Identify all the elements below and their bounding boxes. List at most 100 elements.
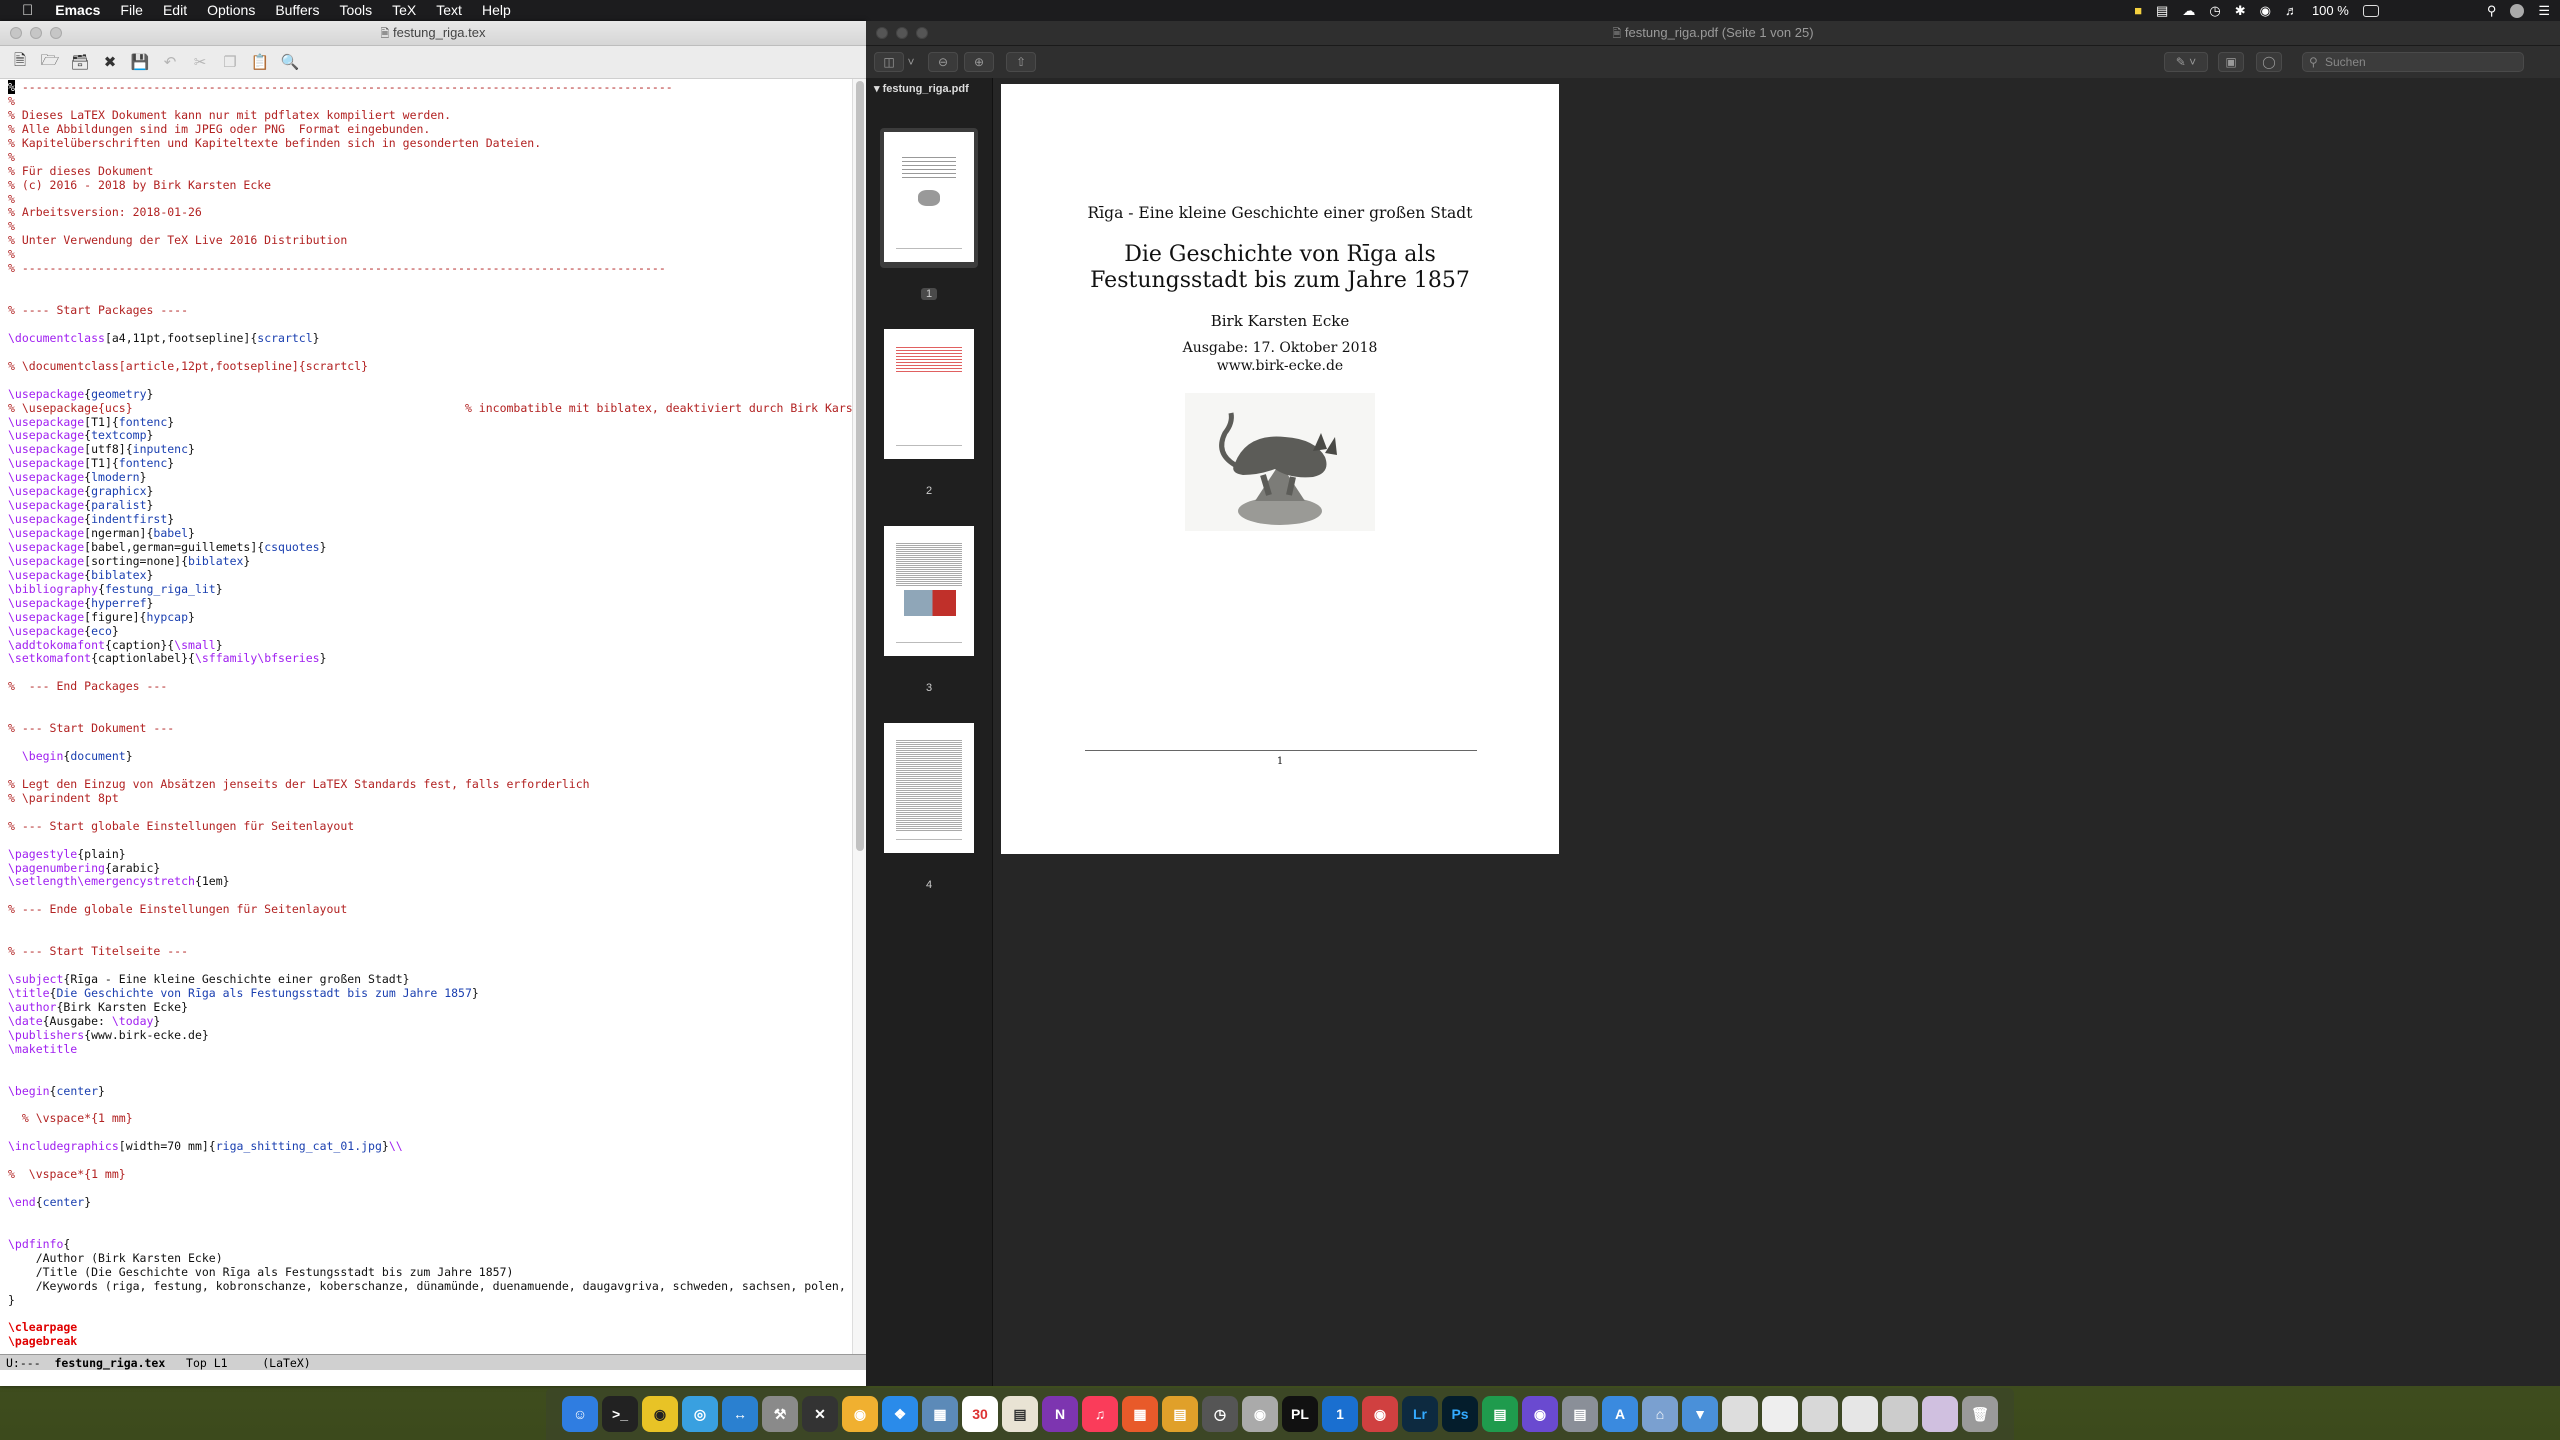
code-line[interactable]: % xyxy=(8,94,852,109)
chevron-down-icon[interactable]: ˅ xyxy=(900,52,922,72)
code-line[interactable]: ​ xyxy=(8,1308,852,1322)
code-line[interactable]: ​ xyxy=(8,1098,852,1112)
code-line[interactable]: \usepackage{lmodern} xyxy=(8,470,852,485)
trash-icon[interactable]: 🗑 xyxy=(1962,1396,1998,1432)
airdrop-icon[interactable]: ◎ xyxy=(682,1396,718,1432)
code-line[interactable]: ​ xyxy=(8,959,852,973)
code-line[interactable]: \usepackage{graphicx} xyxy=(8,484,852,499)
tray-icon[interactable]: ▤ xyxy=(2156,3,2168,19)
numbers-icon[interactable]: ▤ xyxy=(1482,1396,1518,1432)
code-line[interactable]: \setlength\emergencystretch{1em} xyxy=(8,874,852,889)
code-line[interactable]: \begin{center} xyxy=(8,1084,852,1099)
code-line[interactable]: ​ xyxy=(8,708,852,722)
home-folder-icon[interactable]: ⌂ xyxy=(1642,1396,1678,1432)
notes-icon[interactable]: ▤ xyxy=(1002,1396,1038,1432)
code-line[interactable]: % --- Start Dokument --- xyxy=(8,721,852,736)
books-icon[interactable]: ▦ xyxy=(1122,1396,1158,1432)
code-line[interactable]: ​ xyxy=(8,1182,852,1196)
apple-menu-icon[interactable]:  xyxy=(0,2,45,19)
menu-buffers[interactable]: Buffers xyxy=(265,0,329,21)
code-line[interactable]: \usepackage{indentfirst} xyxy=(8,512,852,527)
code-line[interactable]: ​ xyxy=(8,374,852,388)
zoom-out-icon[interactable]: ⊖ xyxy=(928,52,958,72)
paste-icon[interactable]: 📋 xyxy=(248,51,272,73)
code-line[interactable]: \usepackage{geometry} xyxy=(8,387,852,402)
code-line[interactable]: ​ xyxy=(8,346,852,360)
emacs-dock-icon[interactable]: ◉ xyxy=(1522,1396,1558,1432)
page-thumbnail-3[interactable] xyxy=(880,522,978,662)
share-icon[interactable]: ⇧ xyxy=(1006,52,1036,72)
code-line[interactable]: % Arbeitsversion: 2018-01-26 xyxy=(8,205,852,220)
pdf-view[interactable]: Rīga - Eine kleine Geschichte einer groß… xyxy=(993,78,2560,1386)
code-line[interactable]: % \parindent 8pt xyxy=(8,791,852,806)
code-line[interactable]: ​ xyxy=(8,318,852,332)
code-line[interactable]: \usepackage[babel,german=guillemets]{csq… xyxy=(8,540,852,555)
code-line[interactable]: ​ xyxy=(8,276,852,290)
editor-buffer[interactable]: % --------------------------------------… xyxy=(0,79,852,1354)
archive-icon[interactable]: ▤ xyxy=(1162,1396,1198,1432)
preview-icon[interactable]: ▦ xyxy=(922,1396,958,1432)
dired-icon[interactable]: 🗃 xyxy=(68,51,92,73)
code-line[interactable]: % Legt den Einzug von Absätzen jenseits … xyxy=(8,777,852,792)
menu-tools[interactable]: Tools xyxy=(329,0,382,21)
menu-options[interactable]: Options xyxy=(197,0,265,21)
code-line[interactable]: \author{Birk Karsten Ecke} xyxy=(8,1000,852,1015)
time-machine-icon[interactable]: ◷ xyxy=(2209,3,2220,19)
photo-booth-icon[interactable]: ◉ xyxy=(1242,1396,1278,1432)
code-line[interactable]: % --------------------------------------… xyxy=(8,261,852,276)
search-icon[interactable]: 🔍 xyxy=(278,51,302,73)
code-line[interactable]: % --- Start Titelseite --- xyxy=(8,944,852,959)
modeline-major-mode[interactable]: (LaTeX) xyxy=(262,1356,310,1370)
code-line[interactable]: % xyxy=(8,219,852,234)
battery-icon[interactable] xyxy=(2362,4,2379,17)
code-line[interactable]: /Title (Die Geschichte von Rīga als Fest… xyxy=(8,1265,852,1280)
lightroom-icon[interactable]: Lr xyxy=(1402,1396,1438,1432)
sidebar-file-header[interactable]: ▾ festung_riga.pdf xyxy=(866,78,992,100)
code-line[interactable]: ​ xyxy=(8,806,852,820)
code-line[interactable]: % \usepackage{ucs} % incombatible mit bi… xyxy=(8,401,852,416)
pdf-publisher[interactable]: www.birk-ecke.de xyxy=(1001,358,1559,374)
document-stack-icon-2[interactable] xyxy=(1762,1396,1798,1432)
code-line[interactable]: } xyxy=(8,1293,852,1308)
code-line[interactable]: \clearpage xyxy=(8,1320,852,1335)
app-store-icon[interactable]: A xyxy=(1602,1396,1638,1432)
code-line[interactable]: \includegraphics[width=70 mm]{riga_shitt… xyxy=(8,1139,852,1154)
modeline-buffer-name[interactable]: festung_riga.tex xyxy=(54,1356,165,1370)
cyberduck-yellow-icon[interactable]: ◉ xyxy=(842,1396,878,1432)
code-line[interactable]: ​ xyxy=(8,931,852,945)
code-line[interactable]: \usepackage{paralist} xyxy=(8,498,852,513)
code-line[interactable]: ​ xyxy=(8,889,852,903)
code-line[interactable]: \setkomafont{captionlabel}{\sffamily\bfs… xyxy=(8,651,852,666)
vpn-icon[interactable]: ◉ xyxy=(1362,1396,1398,1432)
document-stack-icon-1[interactable] xyxy=(1722,1396,1758,1432)
code-line[interactable]: \usepackage{eco} xyxy=(8,624,852,639)
open-folder-icon[interactable]: 🗁 xyxy=(38,51,62,73)
code-line[interactable]: /Author (Birk Karsten Ecke) xyxy=(8,1251,852,1266)
wifi-icon[interactable]: ◉ xyxy=(2260,3,2271,19)
fan-icon[interactable]: ■ xyxy=(2134,3,2142,18)
save-icon[interactable]: 💾 xyxy=(128,51,152,73)
code-line[interactable]: % --- End Packages --- xyxy=(8,679,852,694)
pycharm-icon[interactable]: PL xyxy=(1282,1396,1318,1432)
emacs-title-bar[interactable]: 🗎 festung_riga.tex xyxy=(0,21,866,46)
pen-tool-icon[interactable]: ✎ ˅ xyxy=(2164,52,2208,72)
code-line[interactable]: \pdfinfo{ xyxy=(8,1237,852,1252)
code-line[interactable]: ​ xyxy=(8,834,852,848)
cut-icon[interactable]: ✂ xyxy=(188,51,212,73)
code-line[interactable]: \usepackage[ngerman]{babel} xyxy=(8,526,852,541)
code-line[interactable]: % --- Start globale Einstellungen für Se… xyxy=(8,819,852,834)
finder-icon[interactable]: ☺ xyxy=(562,1396,598,1432)
menu-help[interactable]: Help xyxy=(472,0,521,21)
code-line[interactable]: \addtokomafont{caption}{\small} xyxy=(8,638,852,653)
code-line[interactable]: ​ xyxy=(8,736,852,750)
markup-icon[interactable]: ◯ xyxy=(2256,52,2282,72)
toolbox-app-icon[interactable]: ⚒ xyxy=(762,1396,798,1432)
skim-icon[interactable]: ▤ xyxy=(1562,1396,1598,1432)
terminal-icon[interactable]: >_ xyxy=(602,1396,638,1432)
code-line[interactable]: % Dieses LaTEX Dokument kann nur mit pdf… xyxy=(8,108,852,123)
code-line[interactable]: \publishers{www.birk-ecke.de} xyxy=(8,1028,852,1043)
code-line[interactable]: \begin{document} xyxy=(8,749,852,764)
code-line[interactable]: \usepackage[figure]{hypcap} xyxy=(8,610,852,625)
document-stack-icon-6[interactable] xyxy=(1922,1396,1958,1432)
page-thumbnail-4[interactable] xyxy=(880,719,978,859)
